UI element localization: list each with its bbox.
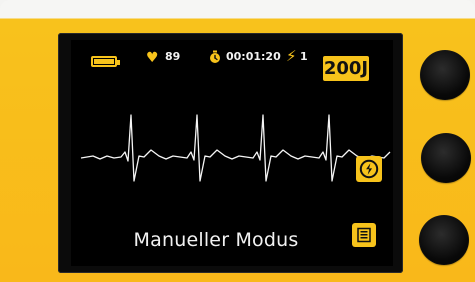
shock-count: 1 bbox=[300, 50, 308, 63]
battery-fill bbox=[94, 59, 114, 64]
lightning-icon: ⚡ bbox=[286, 47, 297, 65]
soft-key-bottom[interactable] bbox=[419, 215, 469, 265]
heart-rate-value: 89 bbox=[165, 50, 181, 63]
shock-button[interactable] bbox=[356, 156, 382, 182]
shock-icon bbox=[359, 159, 379, 179]
mode-label: Manueller Modus bbox=[133, 229, 299, 251]
battery-icon bbox=[91, 56, 120, 67]
menu-icon bbox=[357, 227, 371, 243]
menu-button[interactable] bbox=[352, 223, 376, 247]
energy-badge: 200J bbox=[323, 56, 369, 81]
heart-icon: ♥ bbox=[146, 50, 159, 66]
soft-key-top[interactable] bbox=[420, 50, 470, 100]
soft-key-middle[interactable] bbox=[421, 133, 471, 183]
elapsed-timer: 00:01:20 bbox=[226, 50, 281, 63]
status-bar: ♥ 89 00:01:20 ⚡ 1 200J bbox=[71, 40, 393, 82]
display-screen: ♥ 89 00:01:20 ⚡ 1 200J Manueller Modus bbox=[71, 40, 393, 266]
ecg-waveform bbox=[80, 114, 391, 182]
stopwatch-icon bbox=[210, 50, 220, 63]
